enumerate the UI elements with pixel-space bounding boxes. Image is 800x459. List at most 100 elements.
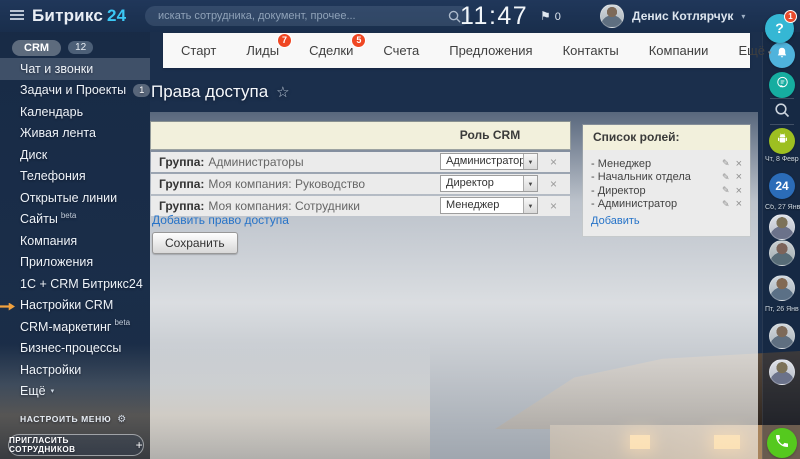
recent-contact-avatar[interactable] — [769, 275, 795, 301]
sidebar-item-feed[interactable]: Живая лента — [0, 123, 150, 145]
edit-pencil-icon[interactable]: ✎ — [722, 172, 730, 183]
remove-row-icon[interactable]: × — [550, 196, 557, 216]
role-select[interactable]: Администратор▼ — [440, 153, 538, 170]
sidebar-item-calendar[interactable]: Календарь — [0, 101, 150, 123]
rail-date-label: Чт, 8 Февр — [765, 156, 800, 163]
crm-pill: CRM — [12, 40, 61, 56]
tab-contacts[interactable]: Контакты — [563, 43, 619, 58]
notifications-bell-button[interactable] — [769, 42, 795, 68]
chevron-down-icon: ▾ — [741, 12, 745, 21]
delete-role-icon[interactable]: × — [736, 185, 742, 197]
add-role-link[interactable]: Добавить — [591, 215, 742, 227]
role-list-item: - Начальник отдела ✎ × — [591, 171, 742, 185]
roles-list-panel: Список ролей: - Менеджер ✎ × - Начальник… — [583, 125, 750, 236]
select-arrow-icon[interactable]: ▼ — [523, 198, 537, 213]
delete-role-icon[interactable]: × — [736, 198, 742, 210]
bitrix24-logo[interactable]: Битрикс24 — [32, 6, 126, 26]
messenger-button[interactable] — [769, 72, 795, 98]
logo-brand: Битрикс — [32, 6, 103, 25]
remove-row-icon[interactable]: × — [550, 152, 557, 172]
edit-pencil-icon[interactable]: ✎ — [722, 158, 730, 169]
sidebar-item-business-processes[interactable]: Бизнес-процессы — [0, 338, 150, 360]
recent-contact-avatar[interactable] — [769, 323, 795, 349]
sidebar-item-more[interactable]: Ещё▾ — [0, 381, 150, 403]
invite-employees-button[interactable]: ПРИГЛАСИТЬ СОТРУДНИКОВ+ — [8, 434, 144, 456]
edit-pencil-icon[interactable]: ✎ — [722, 185, 730, 196]
menu-hamburger-icon[interactable] — [10, 10, 24, 21]
access-rights-table: Роль CRM Группа:Администраторы Администр… — [151, 122, 570, 218]
role-list-item: - Менеджер ✎ × — [591, 157, 742, 171]
save-button[interactable]: Сохранить — [152, 232, 238, 254]
recent-contact-avatar[interactable] — [769, 240, 795, 266]
help-button[interactable]: ? 1 — [765, 14, 794, 43]
tab-quotes[interactable]: Предложения — [449, 43, 532, 58]
rail-divider — [770, 124, 794, 125]
select-arrow-icon[interactable]: ▼ — [523, 154, 537, 169]
configure-menu-button[interactable]: НАСТРОИТЬ МЕНЮ⚙ — [20, 414, 127, 425]
delete-role-icon[interactable]: × — [736, 158, 742, 170]
role-column-header: Роль CRM — [438, 122, 542, 149]
calendar-day-number: 24 — [775, 179, 788, 193]
select-arrow-icon[interactable]: ▼ — [523, 176, 537, 191]
rail-divider — [770, 98, 794, 99]
recent-contact-avatar[interactable] — [769, 214, 795, 240]
chevron-down-icon: ▾ — [51, 387, 55, 395]
tab-deals[interactable]: Сделки5 — [309, 43, 353, 58]
remove-row-icon[interactable]: × — [550, 174, 557, 194]
delete-role-icon[interactable]: × — [736, 171, 742, 183]
flag-count: 0 — [555, 11, 561, 23]
add-access-right-link[interactable]: Добавить право доступа — [152, 213, 289, 227]
sidebar-item-settings[interactable]: Настройки — [0, 359, 150, 381]
rail-date-label: Сб, 27 Янв — [765, 204, 800, 211]
user-menu[interactable]: Денис Котлярчук ▾ — [600, 0, 745, 32]
sidebar-item-drive[interactable]: Диск — [0, 144, 150, 166]
search-input[interactable] — [145, 6, 470, 26]
plus-icon: + — [136, 438, 143, 452]
sidebar-item-crm-settings[interactable]: Настройки CRM — [0, 295, 150, 317]
sidebar: CRM 12 Чат и звонки Задачи и Проекты1 Ка… — [0, 32, 150, 459]
permission-row: Группа:Администраторы Администратор▼ × — [151, 152, 570, 172]
right-rail: Чт, 8 Февр 24 Сб, 27 Янв Пт, 26 Янв — [762, 32, 800, 459]
table-header: Роль CRM — [151, 122, 570, 149]
user-avatar — [600, 4, 624, 28]
sidebar-item-chat-calls[interactable]: Чат и звонки — [0, 58, 150, 80]
tab-invoices[interactable]: Счета — [383, 43, 419, 58]
sidebar-item-applications[interactable]: Приложения — [0, 252, 150, 274]
role-select[interactable]: Директор▼ — [440, 175, 538, 192]
group-name: Моя компания: Сотрудники — [208, 199, 360, 213]
sidebar-item-company[interactable]: Компания — [0, 230, 150, 252]
edit-pencil-icon[interactable]: ✎ — [722, 199, 730, 210]
sidebar-item-crm[interactable]: CRM 12 — [0, 32, 150, 58]
user-name: Денис Котлярчук — [632, 9, 733, 23]
tab-more[interactable]: Ещё▾ — [738, 43, 771, 58]
tab-leads[interactable]: Лиды7 — [246, 43, 279, 58]
favorite-star-icon[interactable]: ☆ — [276, 84, 289, 101]
tab-start[interactable]: Старт — [181, 43, 216, 58]
notifications-flag[interactable]: ⚑0 — [540, 0, 561, 32]
flag-icon: ⚑ — [540, 9, 551, 23]
sidebar-item-open-lines[interactable]: Открытые линии — [0, 187, 150, 209]
sidebar-item-crm-marketing[interactable]: CRM-маркетингbeta — [0, 316, 150, 338]
recent-contact-avatar[interactable] — [769, 359, 795, 385]
clock[interactable]: 11:47 — [460, 0, 528, 32]
chat-bubble-icon — [775, 75, 790, 95]
sidebar-item-sites[interactable]: Сайтыbeta — [0, 209, 150, 231]
tab-companies[interactable]: Компании — [649, 43, 709, 58]
active-page-marker-icon — [0, 303, 15, 311]
leads-counter-badge: 7 — [277, 33, 292, 48]
topbar: Битрикс24 11:47 ⚑0 Денис Котлярчук ▾ — [0, 0, 800, 32]
call-button[interactable] — [767, 428, 797, 458]
sidebar-item-telephony[interactable]: Телефония — [0, 166, 150, 188]
role-list-item: - Администратор ✎ × — [591, 198, 742, 212]
sidebar-item-1c-crm[interactable]: 1С + CRM Битрикс24 — [0, 273, 150, 295]
page-title: Права доступа☆ — [151, 82, 290, 102]
role-select[interactable]: Менеджер▼ — [440, 197, 538, 214]
calendar-day-button[interactable]: 24 — [769, 173, 795, 199]
rail-date-label: Пт, 26 Янв — [765, 306, 800, 313]
sidebar-item-tasks[interactable]: Задачи и Проекты1 — [0, 80, 150, 102]
marketplace-bot-button[interactable] — [769, 128, 795, 154]
role-list-item: - Директор ✎ × — [591, 184, 742, 198]
logo-suffix: 24 — [107, 6, 126, 25]
chevron-down-icon: ▾ — [768, 50, 772, 57]
rail-search-icon[interactable] — [774, 102, 790, 123]
